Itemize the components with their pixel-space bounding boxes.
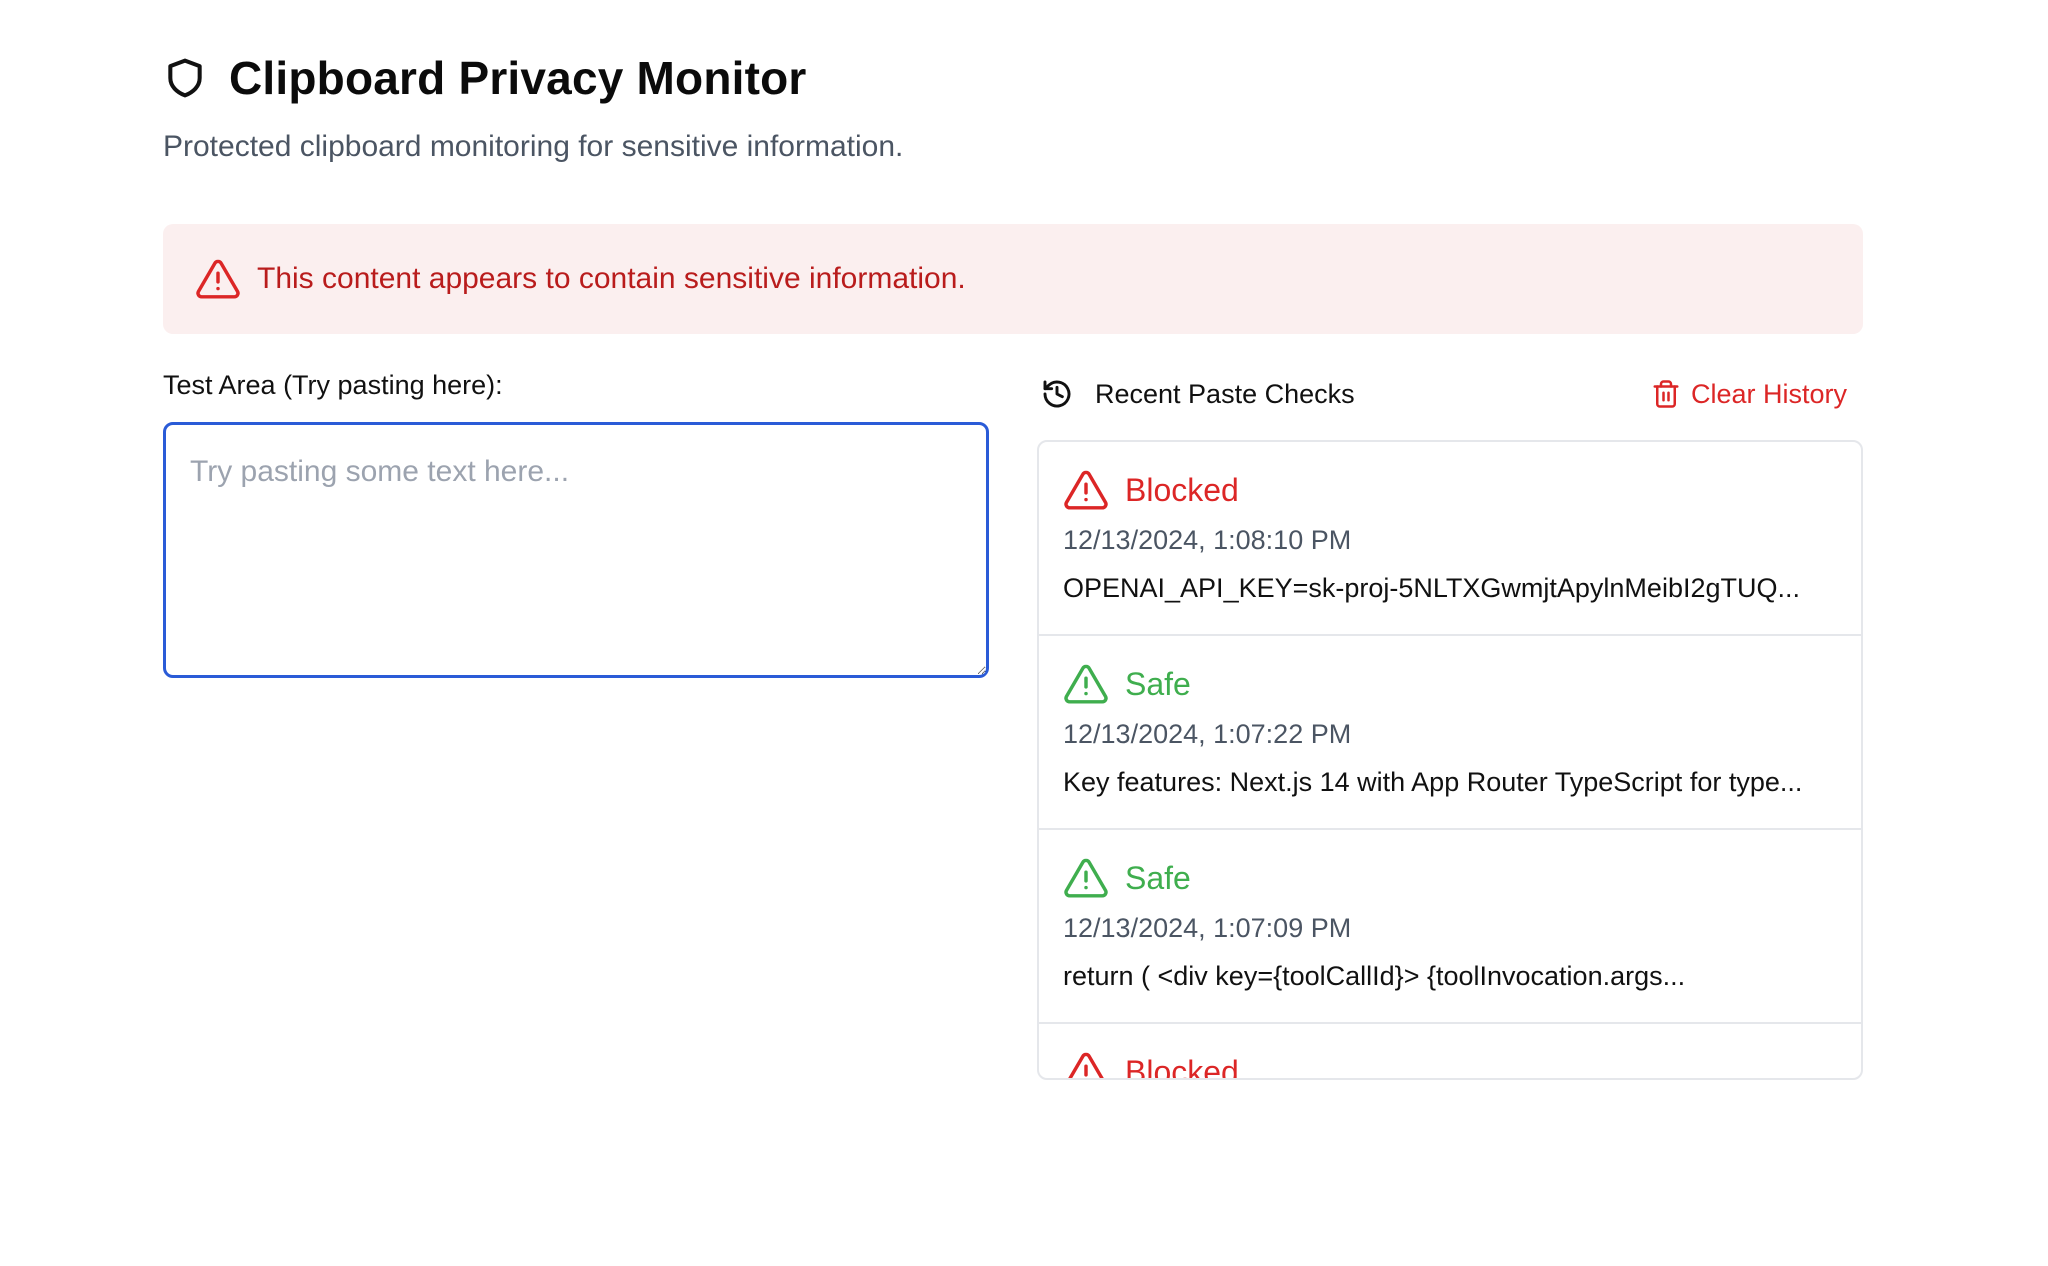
entry-status-label: Safe (1125, 859, 1191, 896)
entry-content: return ( <div key={toolCallId}> {toolInv… (1063, 961, 1686, 991)
history-header: Recent Paste Checks Clear History (1037, 372, 1863, 416)
trash-icon (1651, 378, 1681, 410)
history-entry[interactable]: Blocked 12/13/2024, 1:08:10 PM OPENAI_AP… (1039, 442, 1861, 636)
page-subtitle: Protected clipboard monitoring for sensi… (163, 130, 904, 163)
entry-status-label: Blocked (1125, 1053, 1239, 1080)
alert-triangle-icon (195, 256, 241, 302)
entry-timestamp: 12/13/2024, 1:08:10 PM (1063, 525, 1352, 555)
sensitive-alert-banner: This content appears to contain sensitiv… (163, 224, 1863, 334)
entry-status: Blocked (1063, 466, 1837, 514)
alert-triangle-icon (1063, 661, 1109, 707)
history-icon (1041, 378, 1073, 410)
alert-message: This content appears to contain sensitiv… (257, 262, 966, 295)
test-area-label: Test Area (Try pasting here): (163, 370, 503, 400)
history-entry[interactable]: Safe 12/13/2024, 1:07:22 PM Key features… (1039, 636, 1861, 830)
history-entry[interactable]: Safe 12/13/2024, 1:07:09 PM return ( <di… (1039, 830, 1861, 1024)
page-header: Clipboard Privacy Monitor (163, 50, 807, 106)
page-title: Clipboard Privacy Monitor (229, 52, 807, 104)
history-entry[interactable]: Blocked (1039, 1024, 1861, 1080)
entry-content: OPENAI_API_KEY=sk-proj-5NLTXGwmjtApylnMe… (1063, 573, 1800, 603)
clear-history-label: Clear History (1690, 378, 1847, 409)
entry-status-label: Blocked (1125, 471, 1239, 508)
entry-timestamp: 12/13/2024, 1:07:09 PM (1063, 913, 1352, 943)
entry-status: Blocked (1063, 1048, 1837, 1080)
clear-history-button[interactable]: Clear History (1651, 372, 1847, 416)
entry-content: Key features: Next.js 14 with App Router… (1063, 767, 1803, 797)
alert-triangle-icon (1063, 467, 1109, 513)
test-area-input[interactable] (163, 422, 989, 678)
entry-timestamp: 12/13/2024, 1:07:22 PM (1063, 719, 1352, 749)
shield-icon (163, 53, 207, 103)
history-list[interactable]: Blocked 12/13/2024, 1:08:10 PM OPENAI_AP… (1037, 440, 1863, 1080)
alert-triangle-icon (1063, 1049, 1109, 1078)
entry-status: Safe (1063, 854, 1837, 902)
entry-status: Safe (1063, 660, 1837, 708)
entry-status-label: Safe (1125, 665, 1191, 702)
alert-triangle-icon (1063, 855, 1109, 901)
history-title: Recent Paste Checks (1095, 378, 1355, 409)
